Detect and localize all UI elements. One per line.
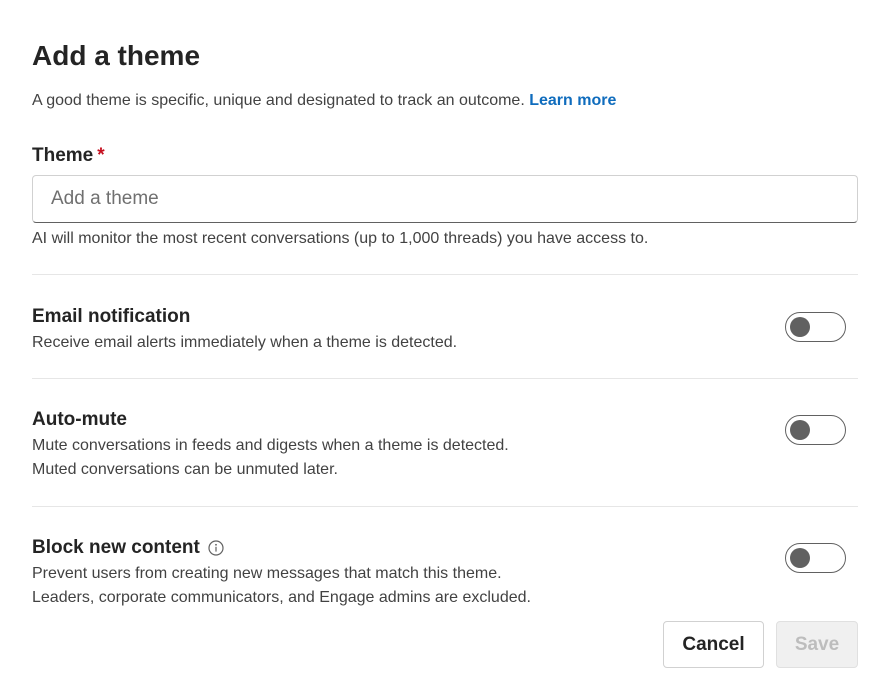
info-icon[interactable] <box>208 540 224 556</box>
email-notification-toggle[interactable] <box>785 312 846 342</box>
save-button[interactable]: Save <box>776 621 858 668</box>
theme-input-container <box>32 175 858 223</box>
dialog-title: Add a theme <box>32 40 201 71</box>
theme-field-label: Theme * <box>32 143 105 169</box>
divider <box>32 274 858 275</box>
learn-more-link[interactable]: Learn more <box>529 92 616 109</box>
block-new-content-description-line2: Leaders, corporate communicators, and En… <box>32 589 531 606</box>
auto-mute-title: Auto-mute <box>32 407 127 433</box>
email-notification-title-text: Email notification <box>32 306 191 327</box>
add-theme-dialog: Add a theme A good theme is specific, un… <box>0 0 889 699</box>
required-indicator: * <box>97 145 105 166</box>
block-new-content-title: Block new content <box>32 535 224 561</box>
theme-field-hint: AI will monitor the most recent conversa… <box>32 230 649 247</box>
toggle-knob <box>790 420 810 440</box>
auto-mute-title-text: Auto-mute <box>32 409 127 430</box>
auto-mute-description-line1: Mute conversations in feeds and digests … <box>32 437 509 454</box>
toggle-knob <box>790 317 810 337</box>
dialog-subtitle: A good theme is specific, unique and des… <box>32 90 616 112</box>
email-notification-title: Email notification <box>32 304 190 330</box>
block-new-content-toggle[interactable] <box>785 543 846 573</box>
auto-mute-description-line2: Muted conversations can be unmuted later… <box>32 461 338 478</box>
theme-input[interactable] <box>33 176 857 222</box>
email-notification-description: Receive email alerts immediately when a … <box>32 334 458 351</box>
subtitle-text: A good theme is specific, unique and des… <box>32 92 525 109</box>
block-new-content-description-line1: Prevent users from creating new messages… <box>32 565 502 582</box>
theme-label-text: Theme <box>32 145 94 166</box>
divider <box>32 378 858 379</box>
auto-mute-toggle[interactable] <box>785 415 846 445</box>
cancel-button[interactable]: Cancel <box>663 621 764 668</box>
block-new-content-title-text: Block new content <box>32 537 200 558</box>
divider <box>32 506 858 507</box>
toggle-knob <box>790 548 810 568</box>
